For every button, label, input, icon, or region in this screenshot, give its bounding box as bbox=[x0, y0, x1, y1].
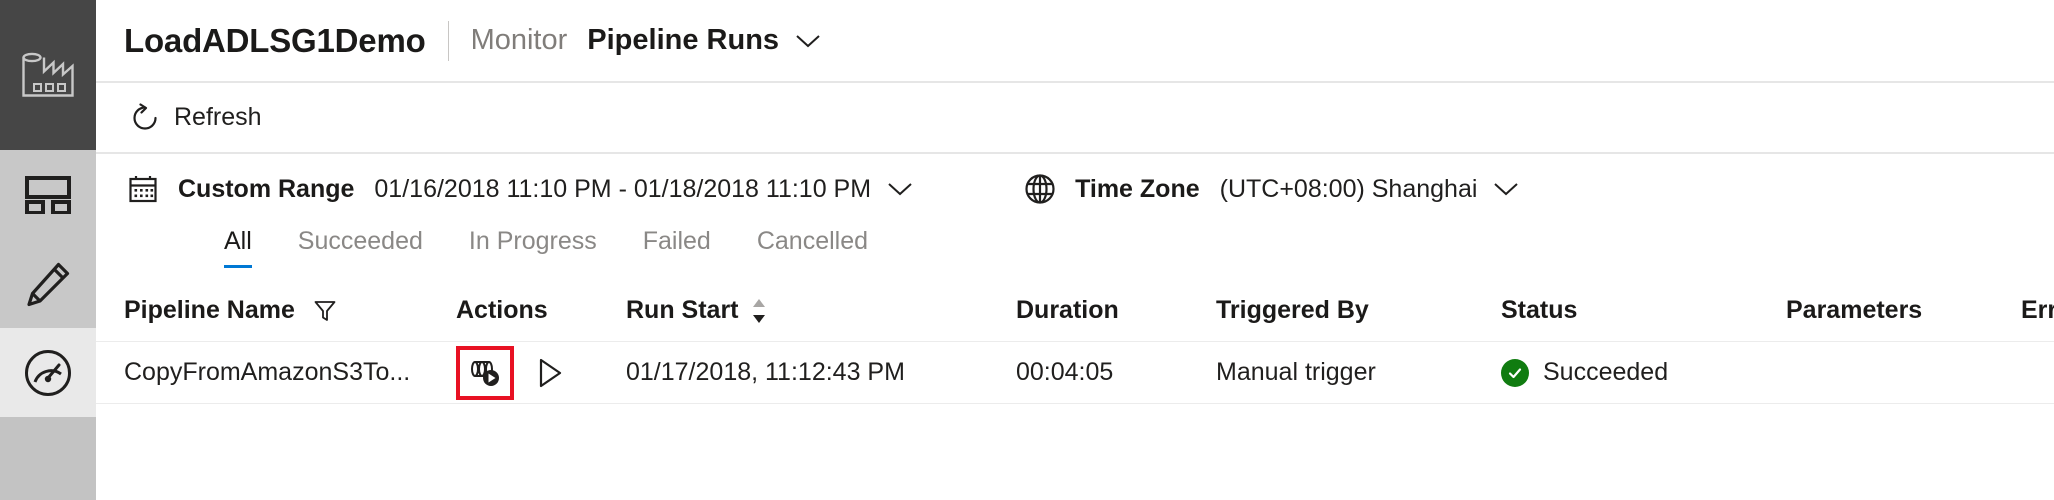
column-header-status: Status bbox=[1501, 296, 1578, 324]
column-header-run-start-label: Run Start bbox=[626, 296, 739, 324]
cell-run-start: 01/17/2018, 11:12:43 PM bbox=[626, 358, 905, 386]
tab-cancelled[interactable]: Cancelled bbox=[757, 224, 888, 268]
row-action-group bbox=[456, 345, 570, 400]
pipeline-name-filter-button[interactable] bbox=[313, 299, 337, 323]
rerun-button[interactable] bbox=[530, 357, 570, 389]
data-factory-logo[interactable] bbox=[0, 0, 96, 150]
view-activity-runs-button[interactable] bbox=[456, 345, 514, 400]
run-start-sort-button[interactable] bbox=[751, 298, 767, 324]
consume-icon bbox=[471, 360, 499, 386]
cell-triggered-by: Manual trigger bbox=[1216, 358, 1376, 386]
factory-name: LoadADLSG1Demo bbox=[124, 21, 426, 59]
filter-bar: Custom Range 01/16/2018 11:10 PM - 01/18… bbox=[96, 154, 2054, 224]
cell-duration: 00:04:05 bbox=[1016, 358, 1114, 386]
globe-icon-wrap bbox=[1023, 173, 1057, 205]
time-zone-value: (UTC+08:00) Shanghai bbox=[1219, 174, 1478, 203]
column-header-actions: Actions bbox=[456, 296, 548, 324]
sort-arrows-icon bbox=[752, 298, 765, 323]
play-icon bbox=[539, 358, 562, 387]
title-divider bbox=[447, 20, 449, 61]
pipeline-runs-table: Pipeline Name Actions Run Start Duration… bbox=[96, 280, 2054, 500]
tab-failed[interactable]: Failed bbox=[643, 224, 731, 268]
time-zone-chevron[interactable] bbox=[1493, 181, 1519, 197]
table-bottom-edge bbox=[96, 492, 2054, 500]
status-filter-tabs: All Succeeded In Progress Failed Cancell… bbox=[96, 224, 2054, 280]
custom-range-label: Custom Range bbox=[178, 174, 355, 203]
cell-actions bbox=[456, 345, 626, 400]
chevron-down-icon bbox=[888, 183, 912, 196]
sidebar-item-overview[interactable] bbox=[0, 150, 96, 239]
cell-status: Succeeded bbox=[1501, 358, 1786, 387]
command-bar: Refresh bbox=[96, 83, 2054, 152]
main-content: LoadADLSG1Demo Monitor Pipeline Runs Ref… bbox=[96, 0, 2054, 500]
pencil-icon bbox=[27, 262, 70, 306]
calendar-icon bbox=[129, 176, 157, 203]
left-nav-rail bbox=[0, 0, 96, 500]
time-zone-picker[interactable]: Time Zone (UTC+08:00) Shanghai bbox=[1023, 173, 1519, 205]
rail-empty-space bbox=[0, 417, 96, 500]
tab-in-progress[interactable]: In Progress bbox=[469, 224, 617, 268]
globe-icon bbox=[1025, 174, 1055, 204]
refresh-label: Refresh bbox=[174, 103, 262, 131]
factory-icon bbox=[22, 52, 74, 97]
page-title-dropdown[interactable] bbox=[795, 33, 821, 49]
sidebar-item-author[interactable] bbox=[0, 239, 96, 328]
breadcrumb[interactable]: Monitor bbox=[471, 24, 568, 57]
calendar-icon-wrap bbox=[126, 174, 160, 204]
tab-all[interactable]: All bbox=[224, 224, 272, 268]
custom-range-picker[interactable]: Custom Range 01/16/2018 11:10 PM - 01/18… bbox=[126, 174, 913, 204]
column-header-run-start[interactable]: Run Start bbox=[626, 296, 1016, 325]
status-badge: Succeeded bbox=[1501, 358, 1668, 387]
column-header-parameters: Parameters bbox=[1786, 296, 1923, 324]
checkmark-icon bbox=[1508, 367, 1522, 378]
page-title-bar: LoadADLSG1Demo Monitor Pipeline Runs bbox=[96, 0, 2054, 81]
column-header-pipeline-name[interactable]: Pipeline Name bbox=[96, 296, 456, 325]
column-header-duration: Duration bbox=[1016, 296, 1119, 324]
table-header-row: Pipeline Name Actions Run Start Duration… bbox=[96, 280, 2054, 342]
cell-pipeline-name[interactable]: CopyFromAmazonS3To... bbox=[96, 358, 456, 387]
column-header-pipeline-name-label: Pipeline Name bbox=[124, 296, 295, 324]
page-title: Pipeline Runs bbox=[587, 24, 780, 56]
custom-range-chevron[interactable] bbox=[887, 181, 913, 197]
refresh-icon bbox=[133, 102, 157, 130]
chevron-down-icon bbox=[796, 34, 820, 47]
column-header-triggered-by: Triggered By bbox=[1216, 296, 1369, 324]
gauge-icon bbox=[25, 349, 71, 396]
custom-range-value: 01/16/2018 11:10 PM - 01/18/2018 11:10 P… bbox=[374, 174, 872, 203]
table-row[interactable]: CopyFromAmazonS3To... 01/17/2018, 11:12:… bbox=[96, 342, 2054, 404]
chevron-down-icon bbox=[1494, 183, 1519, 196]
status-label: Succeeded bbox=[1543, 358, 1669, 386]
check-circle-icon bbox=[1501, 358, 1529, 387]
tab-succeeded[interactable]: Succeeded bbox=[298, 224, 443, 268]
funnel-icon bbox=[314, 300, 336, 321]
sidebar-item-monitor[interactable] bbox=[0, 328, 96, 417]
refresh-button[interactable]: Refresh bbox=[124, 97, 268, 139]
dashboard-icon bbox=[25, 175, 71, 214]
pipeline-runs-page: LoadADLSG1Demo Monitor Pipeline Runs Ref… bbox=[0, 0, 2054, 500]
column-header-error: Error bbox=[2021, 296, 2054, 324]
time-zone-label: Time Zone bbox=[1075, 174, 1200, 203]
